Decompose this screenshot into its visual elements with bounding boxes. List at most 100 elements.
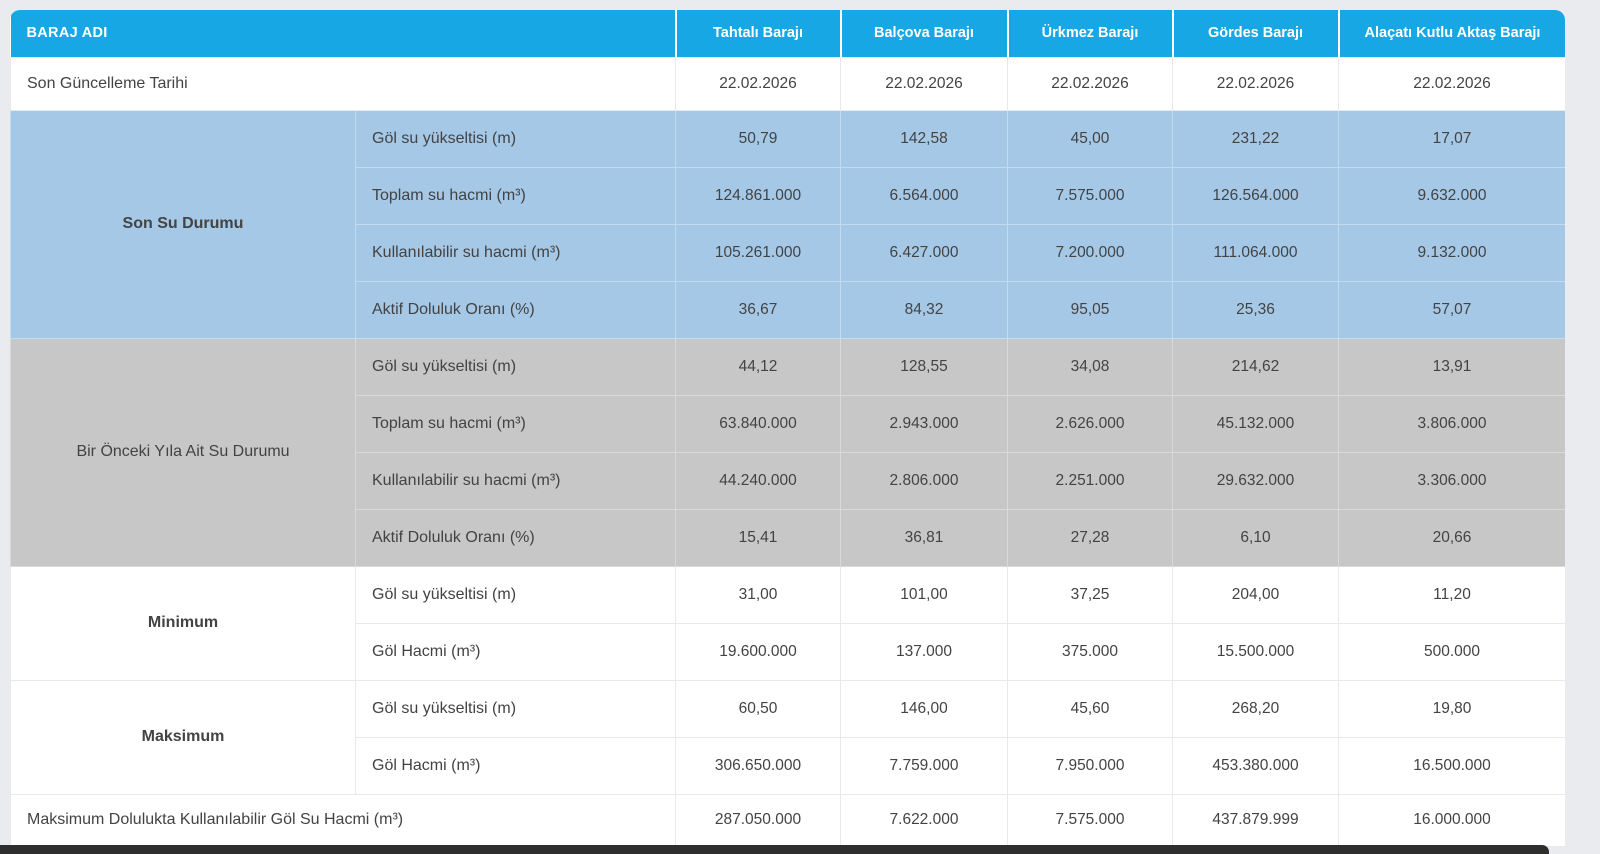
data-cell: 7.950.000 <box>1007 736 1173 795</box>
data-cell: 2.626.000 <box>1007 394 1173 453</box>
data-cell: 20,66 <box>1338 508 1565 567</box>
row-label-max-usable-volume: Maksimum Dolulukta Kullanılabilir Göl Su… <box>10 793 676 847</box>
column-header-baraj-adi: BARAJ ADI <box>10 10 676 57</box>
data-cell: 7.575.000 <box>1007 166 1173 225</box>
data-cell: 11,20 <box>1338 565 1565 624</box>
row-label-update-date: Son Güncelleme Tarihi <box>10 56 676 111</box>
data-cell: 287.050.000 <box>675 793 841 847</box>
section-label-maksimum: Maksimum <box>10 679 356 795</box>
table-row: Maksimum Dolulukta Kullanılabilir Göl Su… <box>10 793 1565 847</box>
data-cell: 2.806.000 <box>840 451 1008 510</box>
data-cell: 29.632.000 <box>1172 451 1339 510</box>
row-label: Aktif Doluluk Oranı (%) <box>355 508 676 567</box>
data-cell: 6.427.000 <box>840 223 1008 282</box>
data-cell: 57,07 <box>1338 280 1565 339</box>
data-cell: 36,81 <box>840 508 1008 567</box>
table-row: Bir Önceki Yıla Ait Su Durumu Göl su yük… <box>10 337 1565 567</box>
data-cell: 437.879.999 <box>1172 793 1339 847</box>
data-cell: 19,80 <box>1338 679 1565 738</box>
column-header-alacati: Alaçatı Kutlu Aktaş Barajı <box>1337 10 1565 57</box>
row-label: Kullanılabilir su hacmi (m³) <box>355 451 676 510</box>
data-cell: 31,00 <box>675 565 841 624</box>
section-label-son-su-durumu: Son Su Durumu <box>10 109 356 339</box>
data-cell: 3.306.000 <box>1338 451 1565 510</box>
data-cell: 101,00 <box>840 565 1008 624</box>
data-cell: 15.500.000 <box>1172 622 1339 681</box>
section-label-onceki-yil: Bir Önceki Yıla Ait Su Durumu <box>10 337 356 567</box>
row-label: Göl su yükseltisi (m) <box>355 109 676 168</box>
data-cell: 7.759.000 <box>840 736 1008 795</box>
data-cell: 124.861.000 <box>675 166 841 225</box>
data-cell: 36,67 <box>675 280 841 339</box>
data-cell: 50,79 <box>675 109 841 168</box>
table-row: Son Su Durumu Göl su yükseltisi (m) 50,7… <box>10 109 1565 339</box>
row-label: Göl su yükseltisi (m) <box>355 337 676 396</box>
data-cell: 17,07 <box>1338 109 1565 168</box>
data-cell: 111.064.000 <box>1172 223 1339 282</box>
data-cell: 22.02.2026 <box>1338 56 1565 111</box>
data-cell: 45.132.000 <box>1172 394 1339 453</box>
data-cell: 44.240.000 <box>675 451 841 510</box>
data-cell: 7.622.000 <box>840 793 1008 847</box>
data-cell: 45,60 <box>1007 679 1173 738</box>
row-label: Göl su yükseltisi (m) <box>355 565 676 624</box>
table-header-row: BARAJ ADI Tahtalı Barajı Balçova Barajı … <box>10 10 1565 57</box>
data-cell: 22.02.2026 <box>1007 56 1173 111</box>
row-label: Göl Hacmi (m³) <box>355 622 676 681</box>
data-cell: 44,12 <box>675 337 841 396</box>
row-label: Göl su yükseltisi (m) <box>355 679 676 738</box>
data-cell: 22.02.2026 <box>840 56 1008 111</box>
table-row: Maksimum Göl su yükseltisi (m) 60,50 146… <box>10 679 1565 795</box>
data-cell: 204,00 <box>1172 565 1339 624</box>
data-cell: 126.564.000 <box>1172 166 1339 225</box>
row-label: Kullanılabilir su hacmi (m³) <box>355 223 676 282</box>
data-cell: 231,22 <box>1172 109 1339 168</box>
data-cell: 15,41 <box>675 508 841 567</box>
row-label: Göl Hacmi (m³) <box>355 736 676 795</box>
column-header-gordes: Gördes Barajı <box>1171 10 1339 57</box>
dam-data-table: BARAJ ADI Tahtalı Barajı Balçova Barajı … <box>10 10 1565 847</box>
data-cell: 16.500.000 <box>1338 736 1565 795</box>
row-label: Toplam su hacmi (m³) <box>355 394 676 453</box>
data-cell: 268,20 <box>1172 679 1339 738</box>
data-cell: 19.600.000 <box>675 622 841 681</box>
data-cell: 142,58 <box>840 109 1008 168</box>
data-cell: 500.000 <box>1338 622 1565 681</box>
data-cell: 6,10 <box>1172 508 1339 567</box>
column-header-tahtali: Tahtalı Barajı <box>674 10 841 57</box>
data-cell: 60,50 <box>675 679 841 738</box>
data-cell: 63.840.000 <box>675 394 841 453</box>
column-header-urkmez: Ürkmez Barajı <box>1006 10 1173 57</box>
data-cell: 105.261.000 <box>675 223 841 282</box>
data-cell: 84,32 <box>840 280 1008 339</box>
row-label: Aktif Doluluk Oranı (%) <box>355 280 676 339</box>
data-cell: 16.000.000 <box>1338 793 1565 847</box>
footer-divider-bar <box>0 845 1549 854</box>
data-cell: 9.132.000 <box>1338 223 1565 282</box>
data-cell: 7.200.000 <box>1007 223 1173 282</box>
data-cell: 214,62 <box>1172 337 1339 396</box>
data-cell: 34,08 <box>1007 337 1173 396</box>
data-cell: 146,00 <box>840 679 1008 738</box>
data-cell: 27,28 <box>1007 508 1173 567</box>
table-row: Son Güncelleme Tarihi 22.02.2026 22.02.2… <box>10 56 1565 111</box>
data-cell: 7.575.000 <box>1007 793 1173 847</box>
data-cell: 2.943.000 <box>840 394 1008 453</box>
data-cell: 453.380.000 <box>1172 736 1339 795</box>
data-cell: 6.564.000 <box>840 166 1008 225</box>
data-cell: 9.632.000 <box>1338 166 1565 225</box>
data-cell: 13,91 <box>1338 337 1565 396</box>
data-cell: 375.000 <box>1007 622 1173 681</box>
data-cell: 3.806.000 <box>1338 394 1565 453</box>
data-cell: 37,25 <box>1007 565 1173 624</box>
section-label-minimum: Minimum <box>10 565 356 681</box>
data-cell: 95,05 <box>1007 280 1173 339</box>
data-cell: 137.000 <box>840 622 1008 681</box>
column-header-balcova: Balçova Barajı <box>839 10 1008 57</box>
data-cell: 45,00 <box>1007 109 1173 168</box>
table-row: Minimum Göl su yükseltisi (m) 31,00 101,… <box>10 565 1565 681</box>
data-cell: 306.650.000 <box>675 736 841 795</box>
row-label: Toplam su hacmi (m³) <box>355 166 676 225</box>
data-cell: 2.251.000 <box>1007 451 1173 510</box>
data-cell: 22.02.2026 <box>1172 56 1339 111</box>
